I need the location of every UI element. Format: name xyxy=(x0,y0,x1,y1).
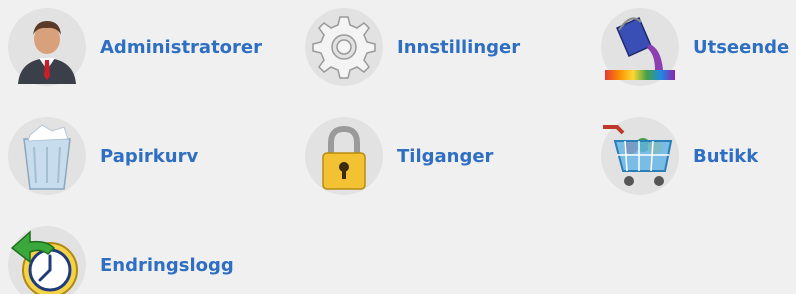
item-label: Innstillinger xyxy=(397,36,521,58)
item-label: Tilganger xyxy=(397,145,494,167)
item-papirkurv[interactable]: Papirkurv xyxy=(8,117,198,195)
history-clock-icon xyxy=(8,226,86,294)
item-administratorer[interactable]: Administratorer xyxy=(8,8,262,86)
item-label: Endringslogg xyxy=(100,254,234,276)
paint-bucket-icon xyxy=(601,8,679,86)
item-label: Butikk xyxy=(693,145,759,167)
gear-icon xyxy=(305,8,383,86)
shopping-cart-icon xyxy=(601,117,679,195)
item-butikk[interactable]: Butikk xyxy=(601,117,758,195)
control-panel-grid: Administratorer Innstillinger Utseende P… xyxy=(0,0,796,294)
item-label: Papirkurv xyxy=(100,145,199,167)
padlock-icon xyxy=(305,117,383,195)
admin-user-icon xyxy=(8,8,86,86)
item-endringslogg[interactable]: Endringslogg xyxy=(8,226,234,294)
item-tilganger[interactable]: Tilganger xyxy=(305,117,493,195)
item-label: Utseende xyxy=(693,36,790,58)
item-utseende[interactable]: Utseende xyxy=(601,8,789,86)
trash-bin-icon xyxy=(8,117,86,195)
item-innstillinger[interactable]: Innstillinger xyxy=(305,8,520,86)
item-label: Administratorer xyxy=(100,36,262,58)
